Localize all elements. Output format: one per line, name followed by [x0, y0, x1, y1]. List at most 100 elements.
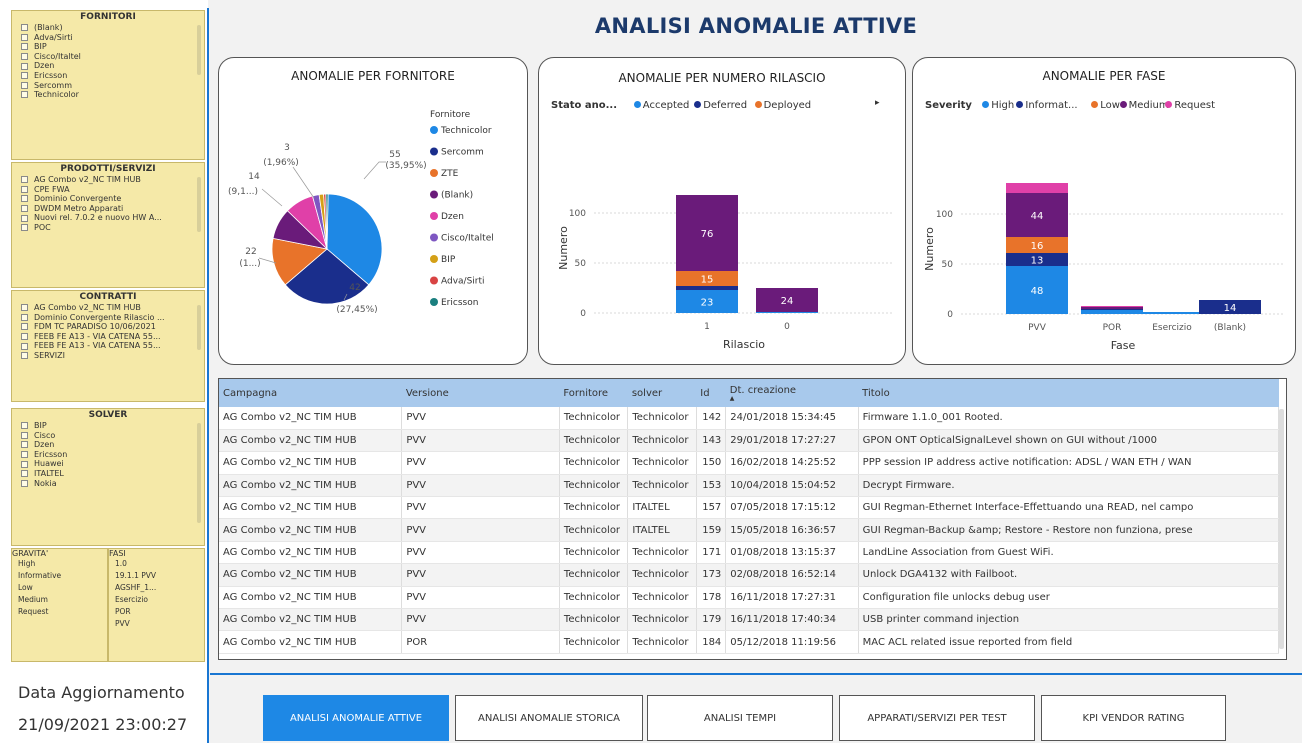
anomalie-table[interactable]: Campagna Versione Fornitore solver Id Dt. cre… [218, 378, 1287, 660]
nav-button[interactable]: ANALISI ANOMALIE STORICA [455, 695, 643, 741]
slicer-option[interactable]: Dzen [12, 61, 204, 71]
column-header[interactable]: solver [627, 379, 697, 407]
slicer-option[interactable]: Dzen [12, 440, 204, 450]
slicer-fasi[interactable]: FASI 1.0 19.1.1 PVV AGSHF_1... Esercizio POR P… [108, 548, 205, 662]
column-header[interactable]: Titolo [858, 379, 1279, 407]
pie-chart[interactable]: 55(35,95%) 42 (27,45%) 22 (1...) 14 (9,1...) 3 (… [219, 58, 529, 358]
column-header[interactable]: Dt. creazione ▲ [725, 379, 859, 407]
checkbox[interactable] [21, 451, 28, 459]
column-header[interactable]: Id [696, 379, 726, 407]
slicer-option[interactable]: Nokia [12, 479, 204, 489]
column-header[interactable]: Fornitore [559, 379, 628, 407]
checkbox[interactable] [21, 431, 28, 439]
slicer-option[interactable]: BIP [12, 42, 204, 52]
bar-segment[interactable] [676, 286, 738, 290]
slicer-gravita[interactable]: GRAVITA' High Informative Low Medium Request [11, 548, 108, 662]
slicer-option[interactable]: 19.1.1 PVV [109, 570, 204, 582]
rilascio-chart[interactable]: 0 50 100 Numero Rilascio 23 15 76 1 24 0 [539, 58, 907, 366]
checkbox[interactable] [21, 176, 28, 184]
fase-chart[interactable]: 0 50 100Numero Fase 48 13 16 44 PVV POR Esercizio 1… [913, 58, 1297, 366]
checkbox[interactable] [21, 313, 28, 321]
table-row[interactable]: AG Combo v2_NC TIM HUB PVV Technicolor Tech… [219, 474, 1280, 498]
checkbox[interactable] [21, 214, 28, 222]
slicer-option[interactable]: SERVIZI [12, 351, 204, 361]
bar-segment[interactable] [1081, 310, 1143, 314]
table-row[interactable]: AG Combo v2_NC TIM HUB POR Technicolor Tech… [219, 630, 1280, 654]
checkbox[interactable] [21, 53, 28, 61]
column-header[interactable]: Versione [401, 379, 560, 407]
bar-segment[interactable] [1006, 183, 1068, 193]
checkbox[interactable] [21, 91, 28, 99]
checkbox[interactable] [21, 62, 28, 70]
slicer-option[interactable]: CPE FWA [12, 185, 204, 195]
checkbox[interactable] [21, 224, 28, 232]
checkbox[interactable] [21, 33, 28, 41]
table-row[interactable]: AG Combo v2_NC TIM HUB PVV Technicolor ITAL… [219, 496, 1280, 520]
bar-segment[interactable] [1141, 312, 1203, 314]
checkbox[interactable] [21, 352, 28, 360]
slicer-option[interactable]: Huawei [12, 459, 204, 469]
slicer-option[interactable]: AG Combo v2_NC TIM HUB [12, 175, 204, 185]
bar-segment[interactable] [1081, 307, 1143, 309]
slicer-option[interactable]: FDM TC PARADISO 10/06/2021 [12, 322, 204, 332]
slicer-option[interactable]: Medium [12, 594, 107, 606]
table-row[interactable]: AG Combo v2_NC TIM HUB PVV Technicolor Tech… [219, 429, 1280, 453]
checkbox[interactable] [21, 304, 28, 312]
slicer-solver[interactable]: SOLVER BIP Cisco Dzen Ericsson Huawei ITALTEL N… [11, 408, 205, 546]
nav-button[interactable]: ANALISI ANOMALIE ATTIVE [263, 695, 449, 741]
slicer-option[interactable]: AGSHF_1... [109, 582, 204, 594]
slicer-option[interactable]: PVV [109, 618, 204, 630]
checkbox[interactable] [21, 24, 28, 32]
nav-button[interactable]: APPARATI/SERVIZI PER TEST [839, 695, 1035, 741]
checkbox[interactable] [21, 441, 28, 449]
slicer-option[interactable]: POR [109, 606, 204, 618]
slicer-option[interactable]: Dominio Convergente Rilascio ... [12, 313, 204, 323]
slicer-prodotti[interactable]: PRODOTTI/SERVIZI AG Combo v2_NC TIM HUB CP… [11, 162, 205, 288]
slicer-option[interactable]: Adva/Sirti [12, 33, 204, 43]
slicer-scrollbar[interactable] [197, 305, 201, 350]
column-header[interactable]: Campagna [219, 379, 402, 407]
nav-button[interactable]: KPI VENDOR RATING [1041, 695, 1226, 741]
slicer-option[interactable]: Ericsson [12, 450, 204, 460]
bar-segment[interactable] [1081, 306, 1143, 307]
checkbox[interactable] [21, 43, 28, 51]
checkbox[interactable] [21, 422, 28, 430]
checkbox[interactable] [21, 460, 28, 468]
checkbox[interactable] [21, 323, 28, 331]
checkbox[interactable] [21, 470, 28, 478]
table-row[interactable]: AG Combo v2_NC TIM HUB PVV Technicolor Tech… [219, 541, 1280, 565]
slicer-scrollbar[interactable] [197, 177, 201, 232]
slicer-option[interactable]: Informative [12, 570, 107, 582]
slicer-option[interactable]: Sercomm [12, 81, 204, 91]
slicer-option[interactable]: High [12, 558, 107, 570]
slicer-scrollbar[interactable] [197, 25, 201, 75]
slicer-option[interactable]: DWDM Metro Apparati [12, 204, 204, 214]
slicer-option[interactable]: Low [12, 582, 107, 594]
checkbox[interactable] [21, 81, 28, 89]
slicer-option[interactable]: FEEB FE A13 - VIA CATENA 55... [12, 341, 204, 351]
table-row[interactable]: AG Combo v2_NC TIM HUB PVV Technicolor Tech… [219, 586, 1280, 610]
table-row[interactable]: AG Combo v2_NC TIM HUB PVV Technicolor Tech… [219, 407, 1280, 430]
slicer-contratti[interactable]: CONTRATTI AG Combo v2_NC TIM HUB Dominio C… [11, 290, 205, 402]
checkbox[interactable] [21, 185, 28, 193]
checkbox[interactable] [21, 333, 28, 341]
table-row[interactable]: AG Combo v2_NC TIM HUB PVV Technicolor Tech… [219, 451, 1280, 475]
slicer-option[interactable]: Cisco [12, 431, 204, 441]
checkbox[interactable] [21, 195, 28, 203]
slicer-fornitori[interactable]: FORNITORI (Blank) Adva/Sirti BIP Cisco/Italt… [11, 10, 205, 160]
slicer-option[interactable]: Request [12, 606, 107, 618]
checkbox[interactable] [21, 205, 28, 213]
slicer-option[interactable]: BIP [12, 421, 204, 431]
slicer-option[interactable]: Cisco/Italtel [12, 52, 204, 62]
slicer-scrollbar[interactable] [197, 423, 201, 523]
slicer-option[interactable]: 1.0 [109, 558, 204, 570]
slicer-option[interactable]: Ericsson [12, 71, 204, 81]
table-row[interactable]: AG Combo v2_NC TIM HUB PVV Technicolor ITAL… [219, 518, 1280, 542]
slicer-option[interactable]: (Blank) [12, 23, 204, 33]
table-row[interactable]: AG Combo v2_NC TIM HUB PVV Technicolor Tech… [219, 608, 1280, 632]
slicer-option[interactable]: FEEB FE A13 - VIA CATENA 55... [12, 332, 204, 342]
nav-button[interactable]: ANALISI TEMPI [647, 695, 833, 741]
checkbox[interactable] [21, 72, 28, 80]
slicer-option[interactable]: POC [12, 223, 204, 233]
slicer-option[interactable]: AG Combo v2_NC TIM HUB [12, 303, 204, 313]
